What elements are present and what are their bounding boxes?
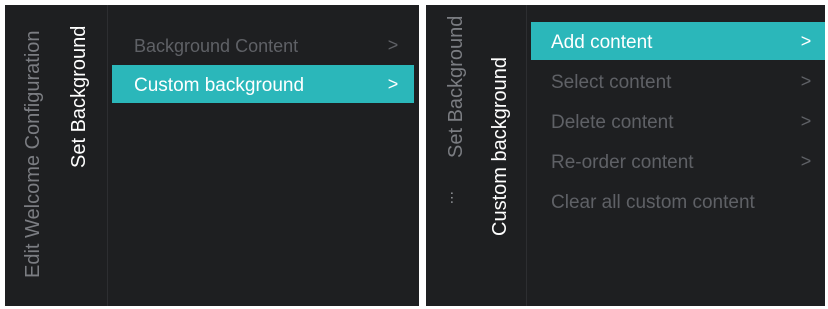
menu-screen-right: ... Set Background Custom background Add… [426,5,825,306]
menu-item-background-content[interactable]: Background Content > [112,26,414,64]
current-menu-title: Set Background [68,25,90,168]
menu-item-label: Delete content [551,112,674,133]
chevron-right-icon: > [800,151,812,171]
breadcrumb-set-background[interactable]: Set Background [445,16,467,158]
current-menu-title: Custom background [489,57,511,236]
chevron-right-icon: > [387,74,399,94]
chevron-right-icon: > [800,111,812,131]
menu-item-clear-all-custom-content[interactable]: Clear all custom content [531,182,825,220]
breadcrumb-edit-welcome-configuration[interactable]: Edit Welcome Configuration [22,30,44,278]
chevron-right-icon: > [800,71,812,91]
column-divider [107,5,108,306]
column-divider [526,5,527,306]
menu-item-label: Clear all custom content [551,192,755,213]
chevron-right-icon: > [387,35,399,55]
menu-screen-left: Edit Welcome Configuration Set Backgroun… [5,5,419,306]
menu-item-label: Add content [551,32,653,53]
more-levels-ellipsis[interactable]: ... [447,191,464,204]
menu-item-label: Background Content [134,36,299,56]
menu-item-select-content[interactable]: Select content > [531,62,825,100]
menu-item-label: Select content [551,72,672,93]
menu-item-label: Custom background [134,75,305,96]
menu-item-custom-background[interactable]: Custom background > [112,65,414,103]
menu-item-label: Re-order content [551,152,694,173]
chevron-right-icon: > [800,31,812,51]
menu-item-add-content[interactable]: Add content > [531,22,825,60]
menu-item-reorder-content[interactable]: Re-order content > [531,142,825,180]
menu-item-delete-content[interactable]: Delete content > [531,102,825,140]
